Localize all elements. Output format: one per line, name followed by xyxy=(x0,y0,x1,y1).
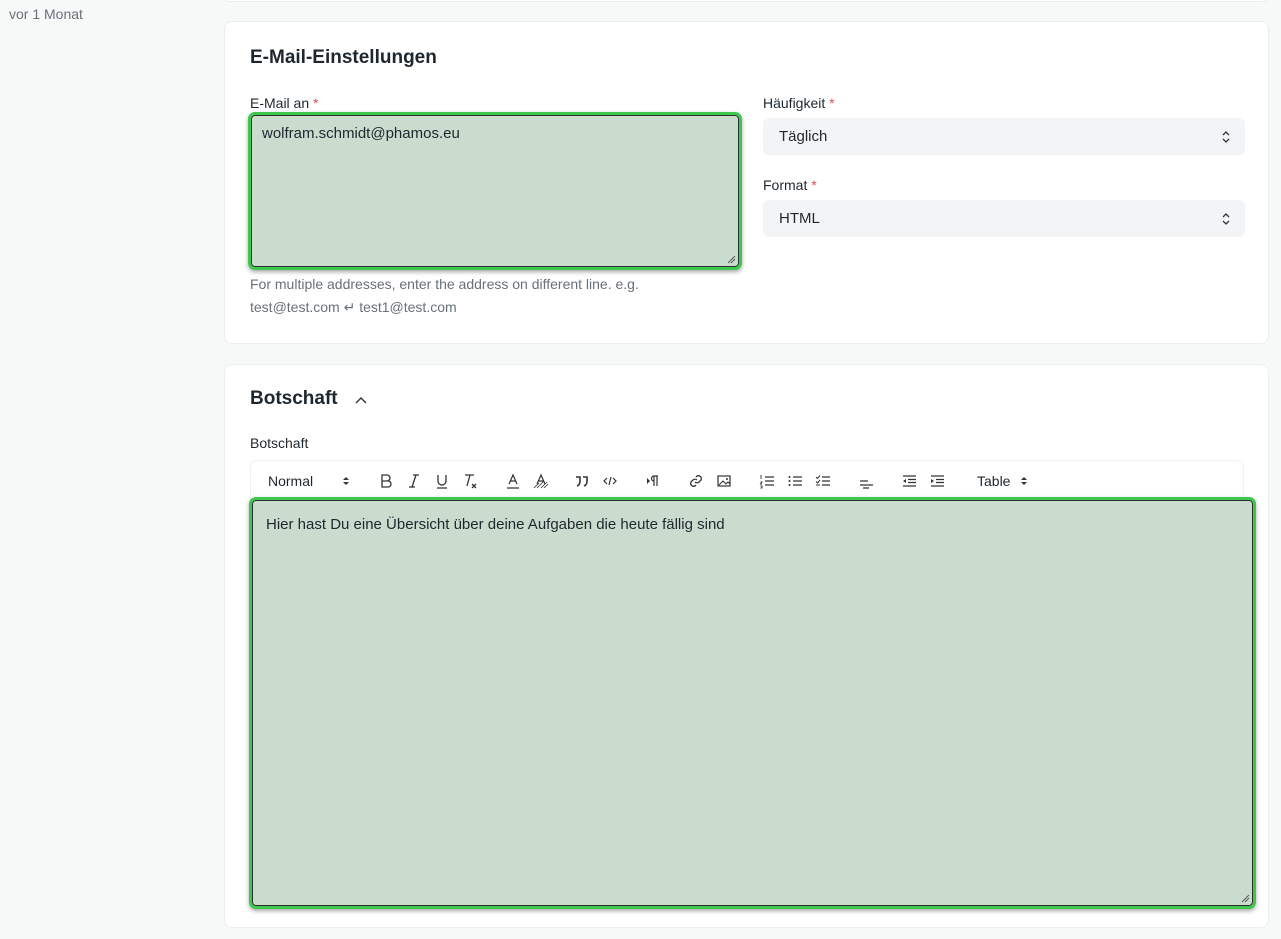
indent-icon[interactable] xyxy=(929,473,945,489)
heading-select-value: Normal xyxy=(268,473,314,489)
resize-grip-icon[interactable] xyxy=(726,254,736,264)
message-card: Botschaft Botschaft Normal Table Hier ha… xyxy=(224,364,1269,928)
format-label-text: Format xyxy=(763,177,808,193)
editor-toolbar: Normal Table xyxy=(250,460,1244,500)
required-mark: * xyxy=(811,177,817,193)
message-editor[interactable]: Hier hast Du eine Übersicht über deine A… xyxy=(249,497,1256,909)
email-to-help-line2: test@test.com ↵ test1@test.com xyxy=(250,299,457,315)
table-select-value: Table xyxy=(977,473,1011,489)
email-to-label: E-Mail an * xyxy=(250,95,318,111)
blockquote-icon[interactable] xyxy=(574,473,590,489)
required-mark: * xyxy=(829,95,835,111)
format-value: HTML xyxy=(779,210,820,227)
email-to-help: For multiple addresses, enter the addres… xyxy=(250,273,730,319)
image-icon[interactable] xyxy=(716,473,732,489)
outdent-icon[interactable] xyxy=(901,473,917,489)
direction-icon[interactable] xyxy=(645,473,661,489)
link-icon[interactable] xyxy=(688,473,704,489)
format-select[interactable]: HTML xyxy=(763,200,1245,237)
chevron-up-icon[interactable] xyxy=(353,393,369,409)
select-arrows-icon xyxy=(1222,131,1230,143)
clear-format-icon[interactable] xyxy=(462,473,478,489)
email-to-help-line1: For multiple addresses, enter the addres… xyxy=(250,276,639,292)
format-label: Format * xyxy=(763,177,817,193)
frequency-select[interactable]: Täglich xyxy=(763,118,1245,155)
heading-select[interactable]: Normal xyxy=(268,471,354,491)
background-color-icon[interactable] xyxy=(533,473,549,489)
check-list-icon[interactable] xyxy=(815,473,831,489)
select-arrows-icon xyxy=(1021,477,1027,485)
align-icon[interactable] xyxy=(858,473,874,489)
email-to-label-text: E-Mail an xyxy=(250,95,310,111)
required-mark: * xyxy=(313,95,319,111)
table-select[interactable]: Table xyxy=(977,471,1037,491)
underline-icon[interactable] xyxy=(434,473,450,489)
select-arrows-icon xyxy=(343,477,349,485)
select-arrows-icon xyxy=(1222,213,1230,225)
email-to-textarea[interactable]: wolfram.schmidt@phamos.eu xyxy=(248,112,742,270)
message-field-label: Botschaft xyxy=(250,435,309,451)
text-color-icon[interactable] xyxy=(505,473,521,489)
ordered-list-icon[interactable] xyxy=(759,473,775,489)
frequency-label: Häufigkeit * xyxy=(763,95,835,111)
previous-section-card xyxy=(224,0,1269,2)
frequency-value: Täglich xyxy=(779,128,828,145)
resize-grip-icon[interactable] xyxy=(1240,893,1250,903)
code-icon[interactable] xyxy=(602,473,618,489)
bullet-list-icon[interactable] xyxy=(787,473,803,489)
email-to-value: wolfram.schmidt@phamos.eu xyxy=(262,125,460,142)
bold-icon[interactable] xyxy=(378,473,394,489)
italic-icon[interactable] xyxy=(406,473,422,489)
message-section-title: Botschaft xyxy=(250,388,338,409)
email-settings-card: E-Mail-Einstellungen E-Mail an * wolfram… xyxy=(224,21,1269,344)
frequency-label-text: Häufigkeit xyxy=(763,95,826,111)
message-content: Hier hast Du eine Übersicht über deine A… xyxy=(266,516,725,533)
email-settings-title: E-Mail-Einstellungen xyxy=(250,47,437,68)
sidebar-timestamp: vor 1 Monat xyxy=(9,6,83,22)
